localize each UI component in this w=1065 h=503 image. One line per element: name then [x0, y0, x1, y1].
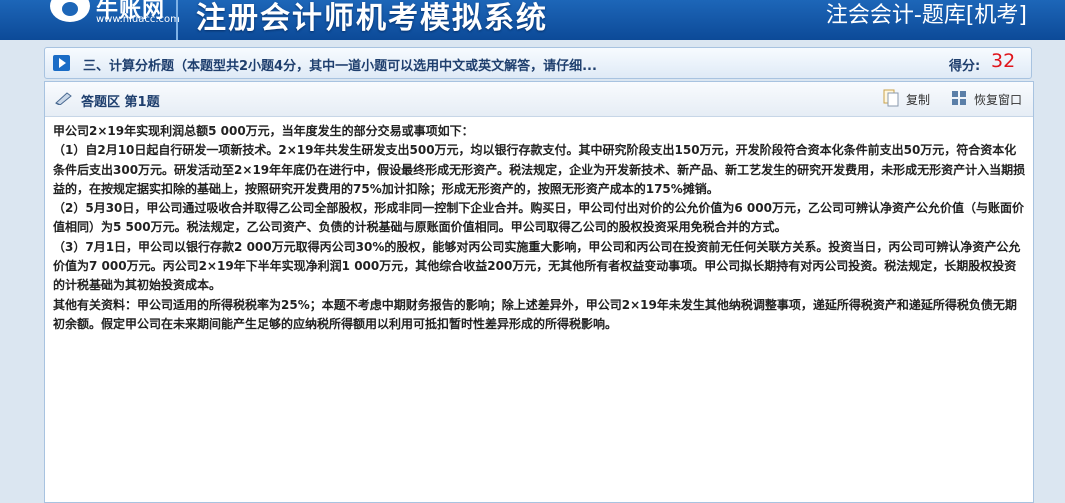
- question-other-info: 其他有关资料：甲公司适用的所得税税率为25%；本题不考虑中期财务报告的影响；除上…: [53, 297, 1017, 331]
- restore-window-icon: [952, 91, 966, 105]
- question-item-1: （1）自2月10日起自行研发一项新技术。2×19年共发生研发支出500万元，均以…: [53, 143, 1026, 196]
- answer-header: 答题区 第1题 复制 恢复窗口: [45, 82, 1033, 117]
- answer-panel: 答题区 第1题 复制 恢复窗口 甲公司2×19年实现利润总额5 000万元，当年…: [44, 81, 1034, 503]
- question-text: 甲公司2×19年实现利润总额5 000万元，当年度发生的部分交易或事项如下： （…: [53, 122, 1027, 334]
- copy-label: 复制: [906, 93, 931, 107]
- restore-window-button[interactable]: 恢复窗口: [951, 87, 1031, 111]
- question-item-2: （2）5月30日，甲公司通过吸收合并取得乙公司全部股权，形成非同一控制下企业合并…: [53, 201, 1024, 235]
- copy-icon: [883, 89, 899, 107]
- system-title: 注册会计师机考模拟系统: [196, 1, 548, 36]
- pen-icon: [55, 92, 72, 105]
- restore-window-label: 恢复窗口: [974, 93, 1023, 107]
- logo-icon: [50, 0, 90, 22]
- question-item-3: （3）7月1日，甲公司以银行存款2 000万元取得丙公司30%的股权，能够对丙公…: [53, 239, 1021, 293]
- score-label: 得分:: [949, 59, 981, 74]
- section-bar: 三、计算分析题（本题型共2小题4分，其中一道小题可以选用中文或英文解答，请仔细.…: [44, 47, 1032, 79]
- play-icon[interactable]: [53, 55, 70, 71]
- section-title: 三、计算分析题（本题型共2小题4分，其中一道小题可以选用中文或英文解答，请仔细.…: [83, 59, 597, 74]
- exam-title: 注会会计-题库[机考]: [825, 3, 1027, 28]
- score-value: 32: [991, 50, 1016, 72]
- question-intro: 甲公司2×19年实现利润总额5 000万元，当年度发生的部分交易或事项如下：: [53, 124, 474, 138]
- brand-url: www.niuacc.com: [96, 14, 180, 25]
- banner-divider: [176, 0, 178, 40]
- top-banner: 牛账网 www.niuacc.com 注册会计师机考模拟系统 注会会计-题库[机…: [0, 0, 1065, 40]
- answer-area-title: 答题区 第1题: [81, 95, 160, 110]
